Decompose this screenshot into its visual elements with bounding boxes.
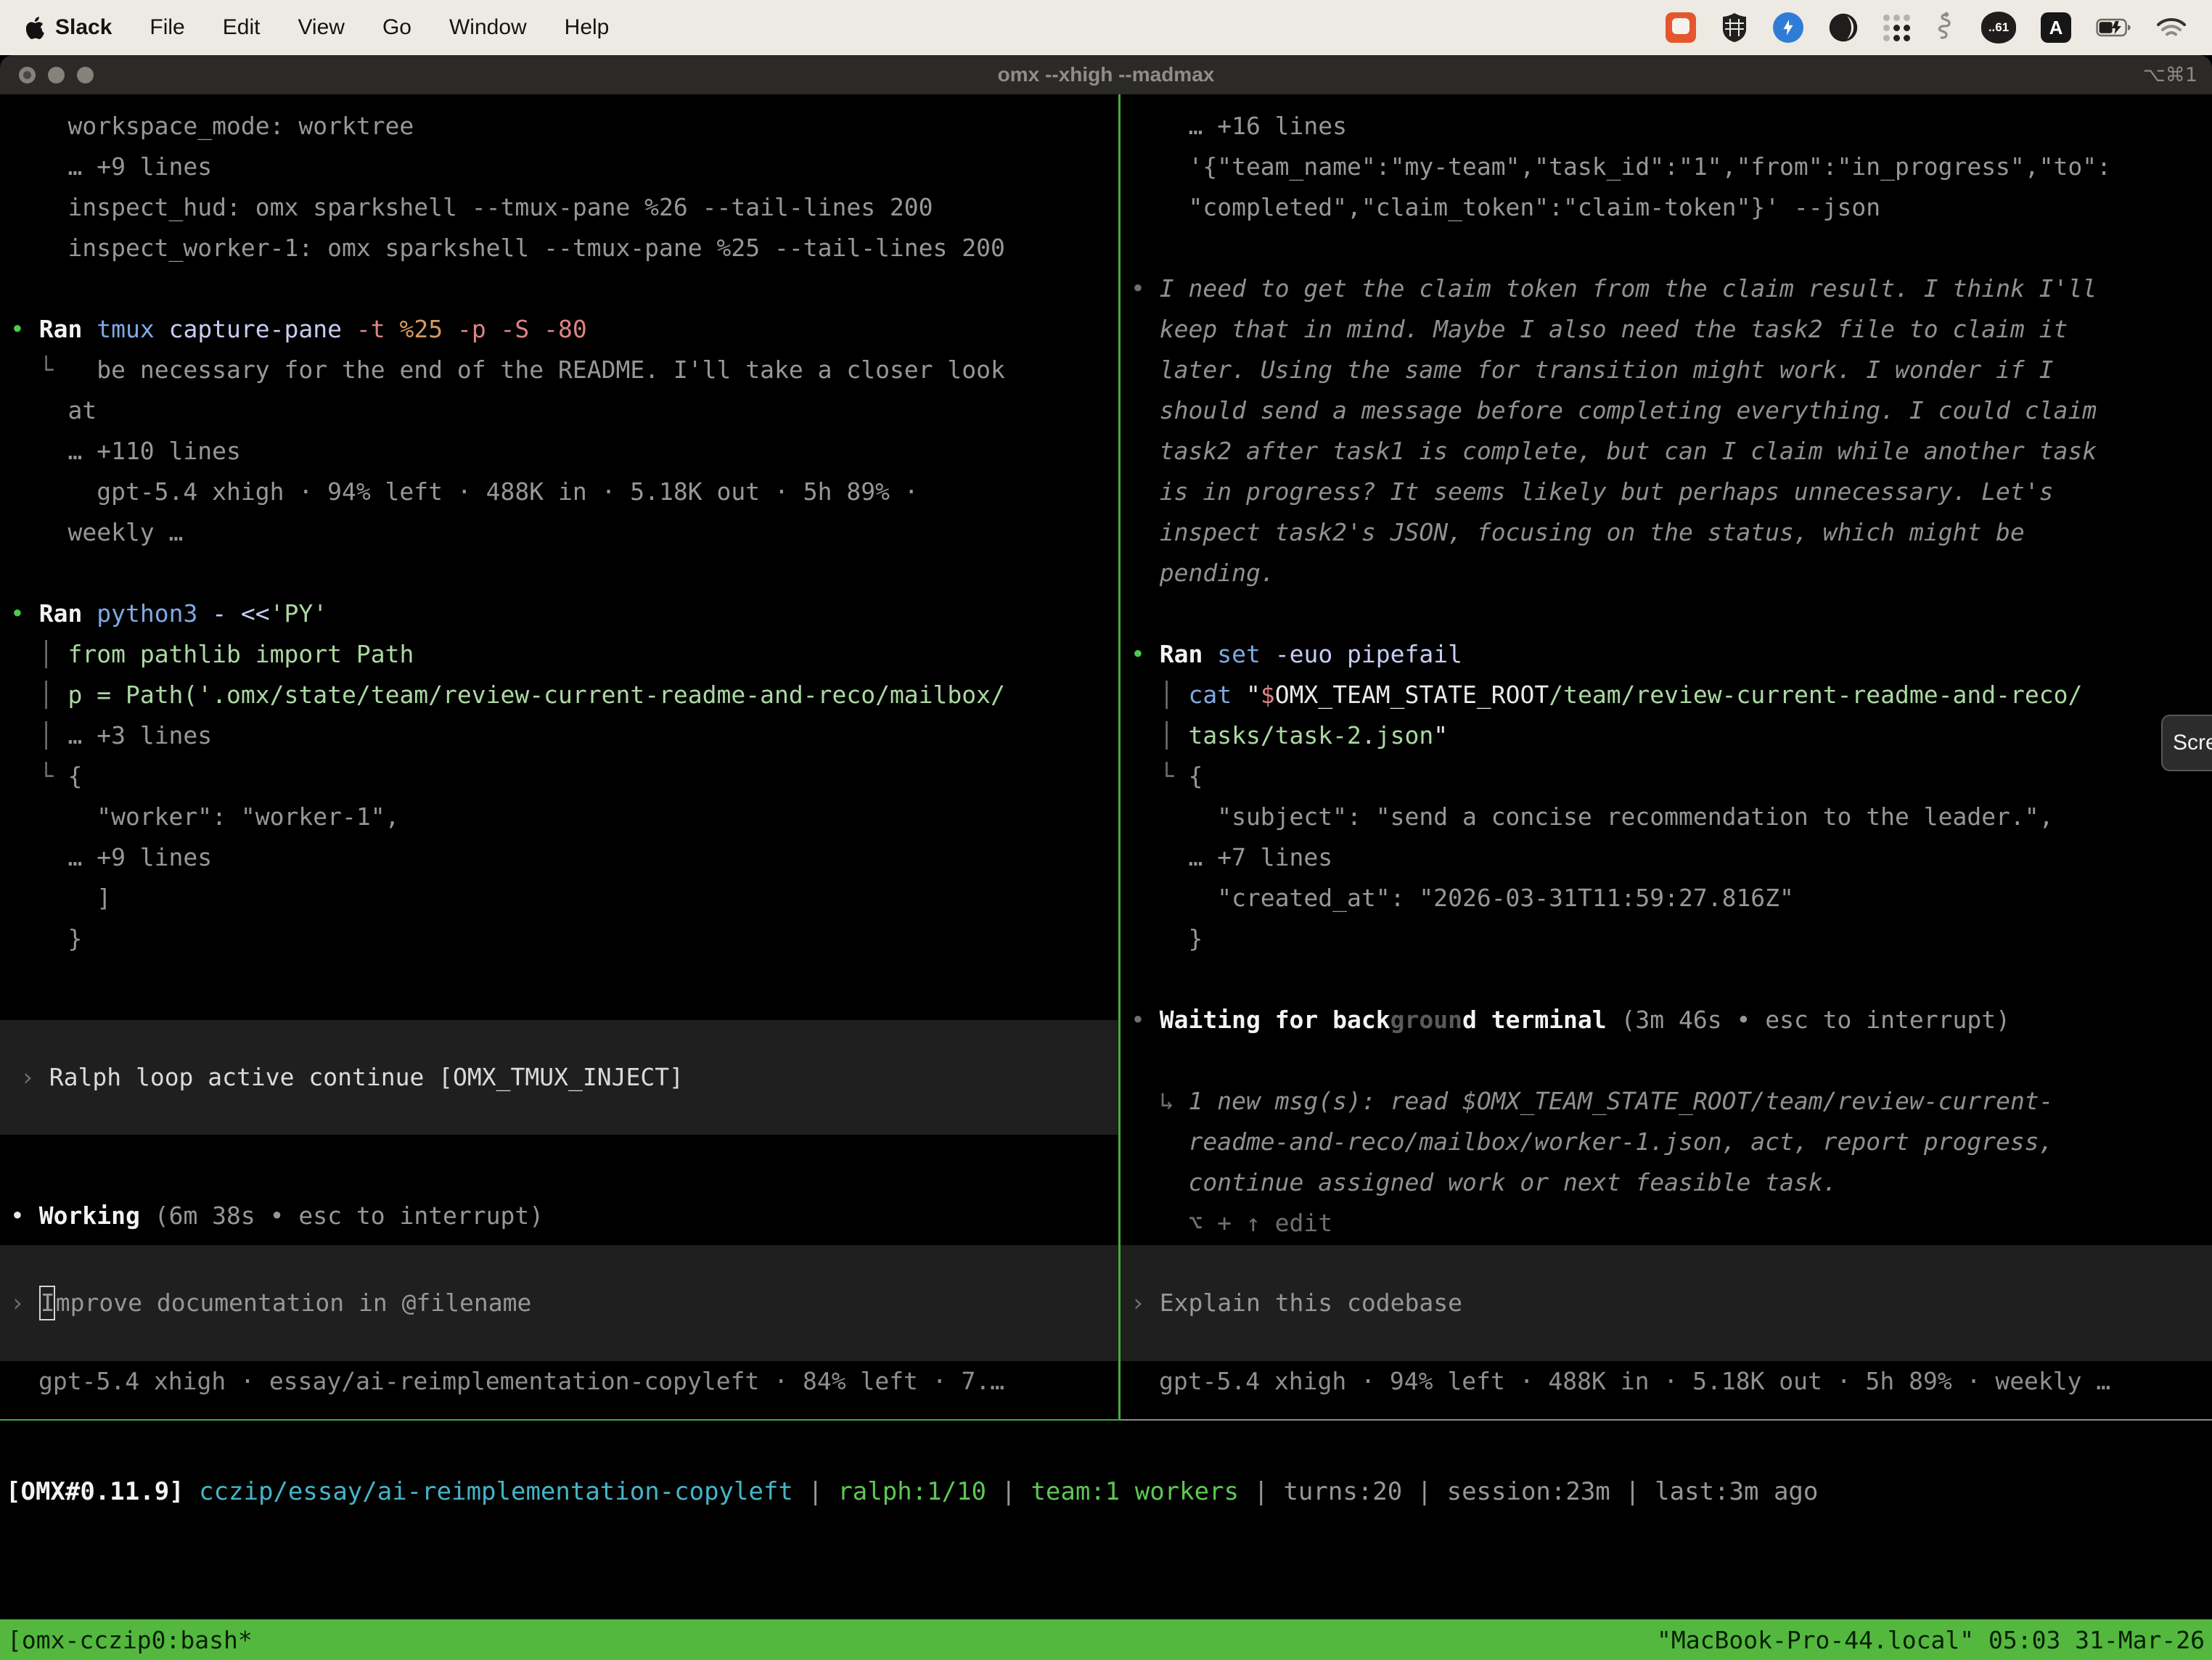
terminal-line: … +7 lines xyxy=(1131,837,2212,878)
tmux-panes: workspace_mode: worktree … +9 lines insp… xyxy=(0,94,2212,1419)
terminal-line: at xyxy=(10,390,1118,431)
menu-item-file[interactable]: File xyxy=(149,15,184,40)
pane-worker-prompt-input[interactable]: › Explain this codebase xyxy=(1121,1245,2212,1361)
terminal-line: '{"team_name":"my-team","task_id":"1","f… xyxy=(1131,147,2212,187)
terminal-line: ] xyxy=(10,878,1118,919)
menu-items: Slack File Edit View Go Window Help xyxy=(55,15,609,40)
blank-line xyxy=(10,553,1118,593)
shield-app-icon[interactable] xyxy=(1721,12,1748,44)
blank-line xyxy=(1131,228,2212,268)
blank-line xyxy=(10,268,1118,309)
squiggle-app-icon[interactable] xyxy=(1935,12,1957,44)
terminal-line: … +9 lines xyxy=(10,837,1118,878)
terminal-line: ↳ 1 new msg(s): read $OMX_TEAM_STATE_ROO… xyxy=(1131,1081,2212,1122)
menu-item-help[interactable]: Help xyxy=(565,15,610,40)
menu-item-edit[interactable]: Edit xyxy=(223,15,261,40)
dots-grid-icon[interactable] xyxy=(1883,15,1910,41)
tmux-host-clock-label: "MacBook-Pro-44.local" 05:03 31-Mar-26 xyxy=(1657,1626,2205,1654)
highlighted-prompt-line: › Ralph loop active continue [OMX_TMUX_I… xyxy=(0,1020,1118,1135)
window-titlebar[interactable]: omx --xhigh --madmax ⌥⌘1 xyxy=(0,55,2212,94)
terminal-line: │ from pathlib import Path xyxy=(10,634,1118,675)
window-shortcut-badge: ⌥⌘1 xyxy=(2143,64,2197,86)
pane-hud-status-line: gpt-5.4 xhigh · essay/ai-reimplementatio… xyxy=(0,1361,1118,1402)
terminal-line: inspect_hud: omx sparkshell --tmux-pane … xyxy=(10,187,1118,228)
blank-line xyxy=(1131,1040,2212,1081)
terminal-line: should send a message before completing … xyxy=(1131,390,2212,431)
wifi-icon[interactable] xyxy=(2157,17,2186,38)
terminal-line: weekly … xyxy=(10,512,1118,553)
letter-a-app-icon[interactable]: A xyxy=(2041,12,2071,43)
omx-session-status-line: [OMX#0.11.9] cczip/essay/ai-reimplementa… xyxy=(0,1421,2212,1562)
terminal-line: │ tasks/task-2.json" xyxy=(1131,715,2212,756)
terminal-line: └ be necessary for the end of the README… xyxy=(10,350,1118,390)
terminal-line: continue assigned work or next feasible … xyxy=(1131,1162,2212,1203)
terminal-line: inspect_worker-1: omx sparkshell --tmux-… xyxy=(10,228,1118,268)
terminal-window: omx --xhigh --madmax ⌥⌘1 workspace_mode:… xyxy=(0,55,2212,1619)
terminal-line: task2 after task1 is complete, but can I… xyxy=(1131,431,2212,472)
terminal-line: │ … +3 lines xyxy=(10,715,1118,756)
tmux-status-bar: [omx-cczip0:bash* "MacBook-Pro-44.local"… xyxy=(0,1619,2212,1660)
pane-hud-scrollback: workspace_mode: worktree … +9 lines insp… xyxy=(0,94,1118,1236)
menu-item-view[interactable]: View xyxy=(298,15,344,40)
terminal-line: "created_at": "2026-03-31T11:59:27.816Z" xyxy=(1131,878,2212,919)
terminal-line: … +110 lines xyxy=(10,431,1118,472)
terminal-line: pending. xyxy=(1131,553,2212,593)
terminal-line: } xyxy=(10,919,1118,959)
menubar-status-icons: ..61 A xyxy=(1666,12,2186,44)
pane-worker-scrollback: … +16 lines '{"team_name":"my-team","tas… xyxy=(1121,94,2212,1244)
blank-line xyxy=(10,1155,1118,1196)
terminal-line: └ { xyxy=(1131,756,2212,797)
pane-worker[interactable]: … +16 lines '{"team_name":"my-team","tas… xyxy=(1121,94,2212,1419)
terminal-line: • I need to get the claim token from the… xyxy=(1131,268,2212,309)
terminal-line: is in progress? It seems likely but perh… xyxy=(1131,472,2212,512)
badge-61-icon[interactable]: ..61 xyxy=(1981,12,2016,44)
pane-worker-status-line: gpt-5.4 xhigh · 94% left · 488K in · 5.1… xyxy=(1121,1361,2212,1402)
terminal-line: • Ran python3 - <<'PY' xyxy=(10,593,1118,634)
horizontal-pane-divider[interactable] xyxy=(0,1419,2212,1421)
apple-menu-icon[interactable] xyxy=(26,16,45,39)
terminal-line: gpt-5.4 xhigh · 94% left · 488K in · 5.1… xyxy=(10,472,1118,512)
terminal-line: later. Using the same for transition mig… xyxy=(1131,350,2212,390)
tmux-session-window-label[interactable]: [omx-cczip0:bash* xyxy=(7,1626,253,1654)
menu-bar: Slack File Edit View Go Window Help ..61 A xyxy=(0,0,2212,55)
terminal-line: } xyxy=(1131,919,2212,959)
screen-tooltip: Scre xyxy=(2161,715,2212,771)
terminal-line: inspect task2's JSON, focusing on the st… xyxy=(1131,512,2212,553)
claude-app-icon[interactable] xyxy=(1828,12,1859,43)
pane-hud[interactable]: workspace_mode: worktree … +9 lines insp… xyxy=(0,94,1118,1419)
battery-icon[interactable] xyxy=(2096,18,2132,37)
terminal-line: • Working (6m 38s • esc to interrupt) xyxy=(10,1196,1118,1236)
window-controls xyxy=(19,55,94,94)
terminal-line: readme-and-reco/mailbox/worker-1.json, a… xyxy=(1131,1122,2212,1162)
blank-line xyxy=(10,959,1118,1000)
blank-line xyxy=(1131,959,2212,1000)
menu-app-name[interactable]: Slack xyxy=(55,15,112,40)
menu-item-window[interactable]: Window xyxy=(449,15,527,40)
lightning-app-icon[interactable] xyxy=(1773,12,1803,43)
terminal-line: ⌥ + ↑ edit xyxy=(1131,1203,2212,1244)
terminal-line: … +9 lines xyxy=(10,147,1118,187)
terminal-line: │ p = Path('.omx/state/team/review-curre… xyxy=(10,675,1118,715)
terminal-line: └ { xyxy=(10,756,1118,797)
chat-app-icon[interactable] xyxy=(1666,12,1696,43)
zoom-button[interactable] xyxy=(77,67,94,83)
terminal-line: keep that in mind. Maybe I also need the… xyxy=(1131,309,2212,350)
terminal-line: "completed","claim_token":"claim-token"}… xyxy=(1131,187,2212,228)
minimize-button[interactable] xyxy=(48,67,65,83)
terminal-line: "worker": "worker-1", xyxy=(10,797,1118,837)
terminal-line: … +16 lines xyxy=(1131,106,2212,147)
terminal-line: • Ran tmux capture-pane -t %25 -p -S -80 xyxy=(10,309,1118,350)
terminal-line: • Ran set -euo pipefail xyxy=(1131,634,2212,675)
menu-item-go[interactable]: Go xyxy=(382,15,411,40)
close-button[interactable] xyxy=(19,67,36,83)
terminal-line: "subject": "send a concise recommendatio… xyxy=(1131,797,2212,837)
terminal-line: workspace_mode: worktree xyxy=(10,106,1118,147)
window-title: omx --xhigh --madmax xyxy=(998,63,1215,86)
pane-hud-prompt-input[interactable]: › Improve documentation in @filename xyxy=(0,1245,1118,1361)
terminal-line: • Waiting for background terminal (3m 46… xyxy=(1131,1000,2212,1040)
terminal-line: │ cat "$OMX_TEAM_STATE_ROOT/team/review-… xyxy=(1131,675,2212,715)
blank-line xyxy=(1131,593,2212,634)
